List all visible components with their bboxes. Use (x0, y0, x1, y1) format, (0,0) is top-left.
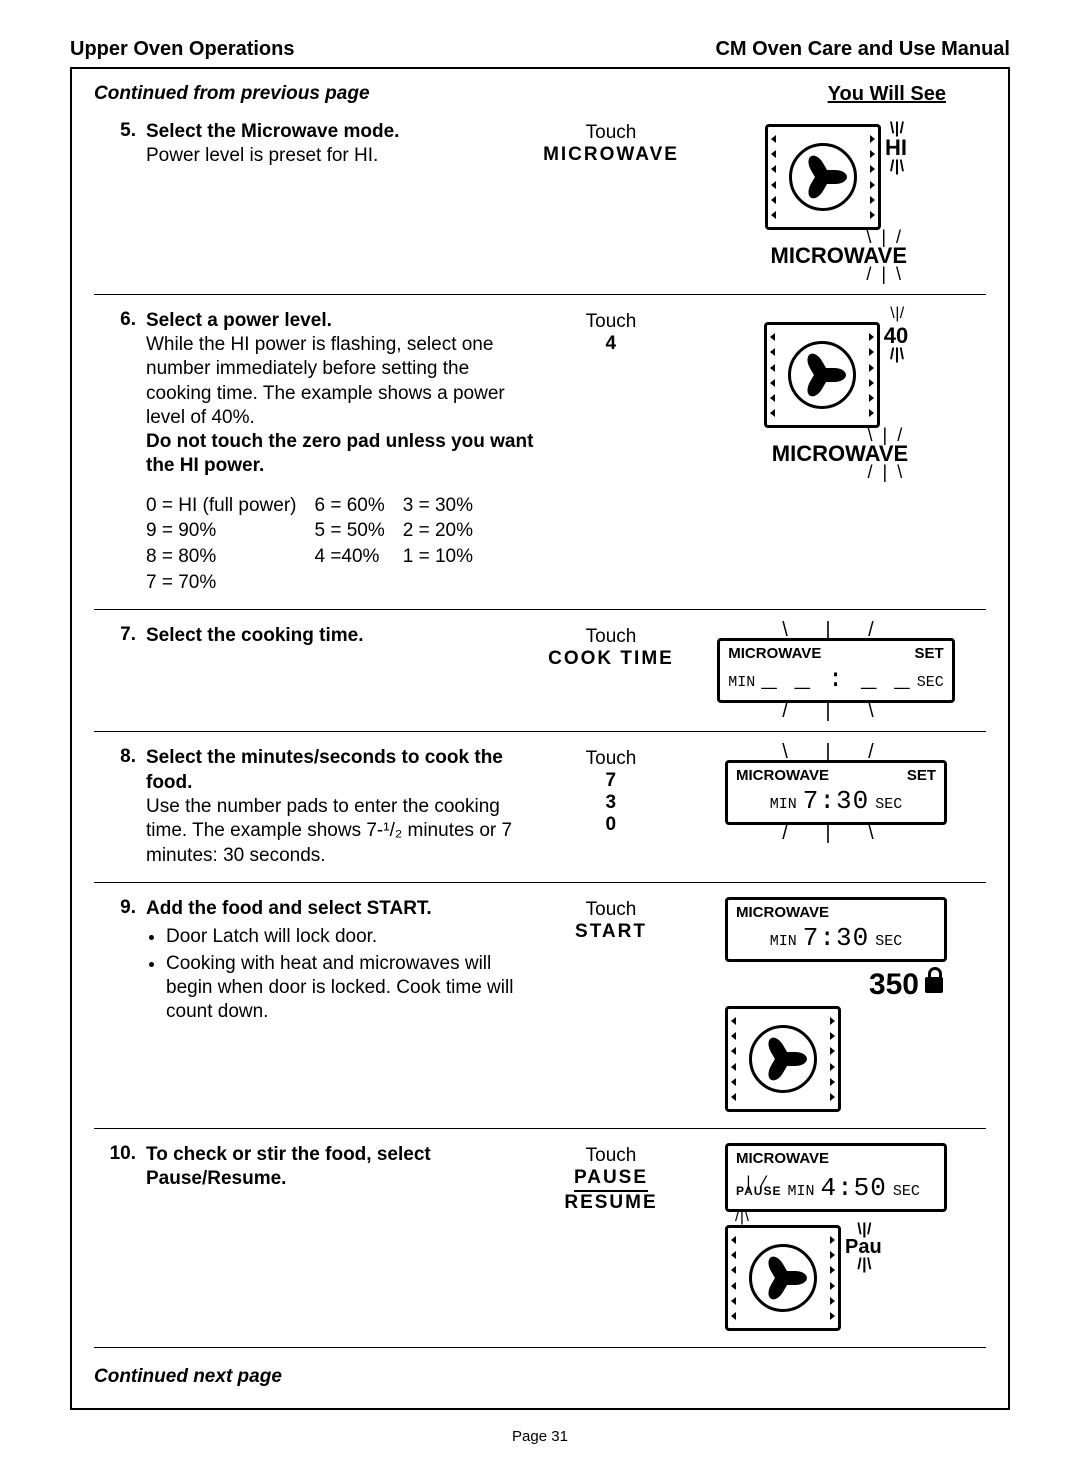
fan-icon (788, 341, 856, 409)
step-note: Do not touch the zero pad unless you wan… (146, 431, 533, 476)
lcd-mode: MICROWAVE (736, 767, 829, 784)
touch-label: Touch (536, 626, 686, 648)
lcd-time: 7:30 (803, 923, 869, 953)
lcd-display: MICROWAVE SET MIN _ _ : _ _ SEC (717, 638, 954, 703)
oven-icon (764, 322, 880, 428)
continued-next: Continued next page (94, 1366, 986, 1388)
step-number: 5. (94, 120, 146, 142)
touch-button-cooktime: COOK TIME (536, 648, 686, 670)
touch-button-0: 0 (536, 814, 686, 836)
fan-icon (749, 1244, 817, 1312)
lcd-min-label: MIN (770, 796, 797, 813)
lcd-sec-label: SEC (875, 796, 902, 813)
content-frame: Continued from previous page You Will Se… (70, 67, 1010, 1410)
step-10: 10. To check or stir the food, select Pa… (94, 1129, 986, 1348)
display-temp: 350 (869, 968, 919, 1002)
lcd-sec-label: SEC (875, 933, 902, 950)
lcd-set: SET (907, 767, 936, 784)
lcd-set: SET (915, 645, 944, 662)
touch-label: Touch (536, 122, 686, 144)
step-5: 5. Select the Microwave mode. Power leve… (94, 106, 986, 295)
oven-icon (765, 124, 881, 230)
burst-icon: \ | / (890, 124, 902, 134)
step-title: Select the minutes/seconds to cook the f… (146, 747, 503, 792)
lcd-display: MICROWAVE | / PAUSE MIN 4:50 SEC (725, 1143, 947, 1212)
burst-icon: / | \ (890, 350, 902, 360)
step-6: 6. Select a power level. While the HI po… (94, 295, 986, 611)
lcd-mode: MICROWAVE (736, 904, 829, 921)
step-number: 6. (94, 309, 146, 331)
lcd-sec-label: SEC (917, 674, 944, 691)
manual-page: Upper Oven Operations CM Oven Care and U… (0, 0, 1080, 1475)
lcd-mode: MICROWAVE (736, 1150, 829, 1167)
burst-icon: / | \ (857, 1260, 869, 1270)
step-title: Add the food and select START. (146, 898, 432, 919)
touch-label: Touch (536, 748, 686, 770)
touch-button-microwave: MICROWAVE (536, 144, 686, 166)
burst-icon: \ | / (857, 1225, 869, 1235)
step-8: 8. Select the minutes/seconds to cook th… (94, 732, 986, 883)
display-panel: \ | / MICROWAVE SET MIN _ _ : _ _ SEC / … (717, 624, 954, 717)
fan-icon (749, 1025, 817, 1093)
lcd-sec-label: SEC (893, 1183, 920, 1200)
touch-button-start: START (536, 921, 686, 943)
touch-button-pause: PAUSE (574, 1167, 648, 1192)
step-number: 7. (94, 624, 146, 646)
you-will-see-heading: You Will See (828, 83, 946, 106)
step-9: 9. Add the food and select START. Door L… (94, 883, 986, 1129)
step-number: 10. (94, 1143, 146, 1165)
lcd-mode: MICROWAVE (728, 645, 821, 662)
lcd-min-label: MIN (787, 1183, 814, 1200)
lcd-time: 7:30 (803, 786, 869, 816)
touch-button-7: 7 (536, 770, 686, 792)
step-number: 8. (94, 746, 146, 768)
touch-label: Touch (536, 899, 686, 921)
step-title: To check or stir the food, select Pause/… (146, 1144, 431, 1189)
oven-icon (725, 1006, 841, 1112)
step-title: Select the Microwave mode. (146, 121, 399, 142)
touch-label: Touch (536, 1145, 686, 1167)
fan-icon (789, 143, 857, 211)
lcd-time: _ _ : _ _ (761, 664, 910, 694)
touch-button-4: 4 (536, 333, 686, 355)
lcd-min-label: MIN (770, 933, 797, 950)
display-panel: \ | / 40 / | \ (764, 309, 908, 478)
power-level-table: 0 = HI (full power) 9 = 90% 8 = 80% 7 = … (146, 493, 536, 596)
header-left: Upper Oven Operations (70, 38, 295, 61)
touch-button-3: 3 (536, 792, 686, 814)
lcd-min-label: MIN (728, 674, 755, 691)
page-number: Page 31 (70, 1428, 1010, 1445)
oven-icon (725, 1225, 841, 1331)
step-7: 7. Select the cooking time. Touch COOK T… (94, 610, 986, 732)
step-desc: While the HI power is flashing, select o… (146, 334, 505, 428)
touch-label: Touch (536, 311, 686, 333)
display-panel: MICROWAVE MIN 7:30 SEC 350 (725, 897, 947, 1114)
lcd-display: MICROWAVE SET MIN 7:30 SEC (725, 760, 947, 825)
step-title: Select a power level. (146, 310, 332, 331)
lcd-time: 4:50 (820, 1173, 886, 1203)
step-desc: Use the number pads to enter the cooking… (146, 796, 512, 866)
step-bullets: Door Latch will lock door. Cooking with … (146, 925, 536, 1024)
step-desc: Power level is preset for HI. (146, 145, 378, 166)
touch-button-resume: RESUME (536, 1192, 686, 1214)
header-bar: Upper Oven Operations CM Oven Care and U… (70, 38, 1010, 61)
header-right: CM Oven Care and Use Manual (715, 38, 1010, 61)
display-panel: \ | / HI / | \ \ | / MICROWAVE / | \ (765, 120, 907, 280)
lock-icon (925, 977, 943, 993)
lcd-display: MICROWAVE MIN 7:30 SEC (725, 897, 947, 962)
display-value: HI (885, 135, 907, 161)
continued-from: Continued from previous page (94, 83, 370, 105)
display-panel: \ | / MICROWAVE SET MIN 7:30 SEC / | \ (725, 746, 947, 839)
step-title: Select the cooking time. (146, 625, 364, 646)
display-panel: MICROWAVE | / PAUSE MIN 4:50 SEC (725, 1143, 947, 1333)
burst-icon: / | \ (890, 162, 902, 172)
step-number: 9. (94, 897, 146, 919)
